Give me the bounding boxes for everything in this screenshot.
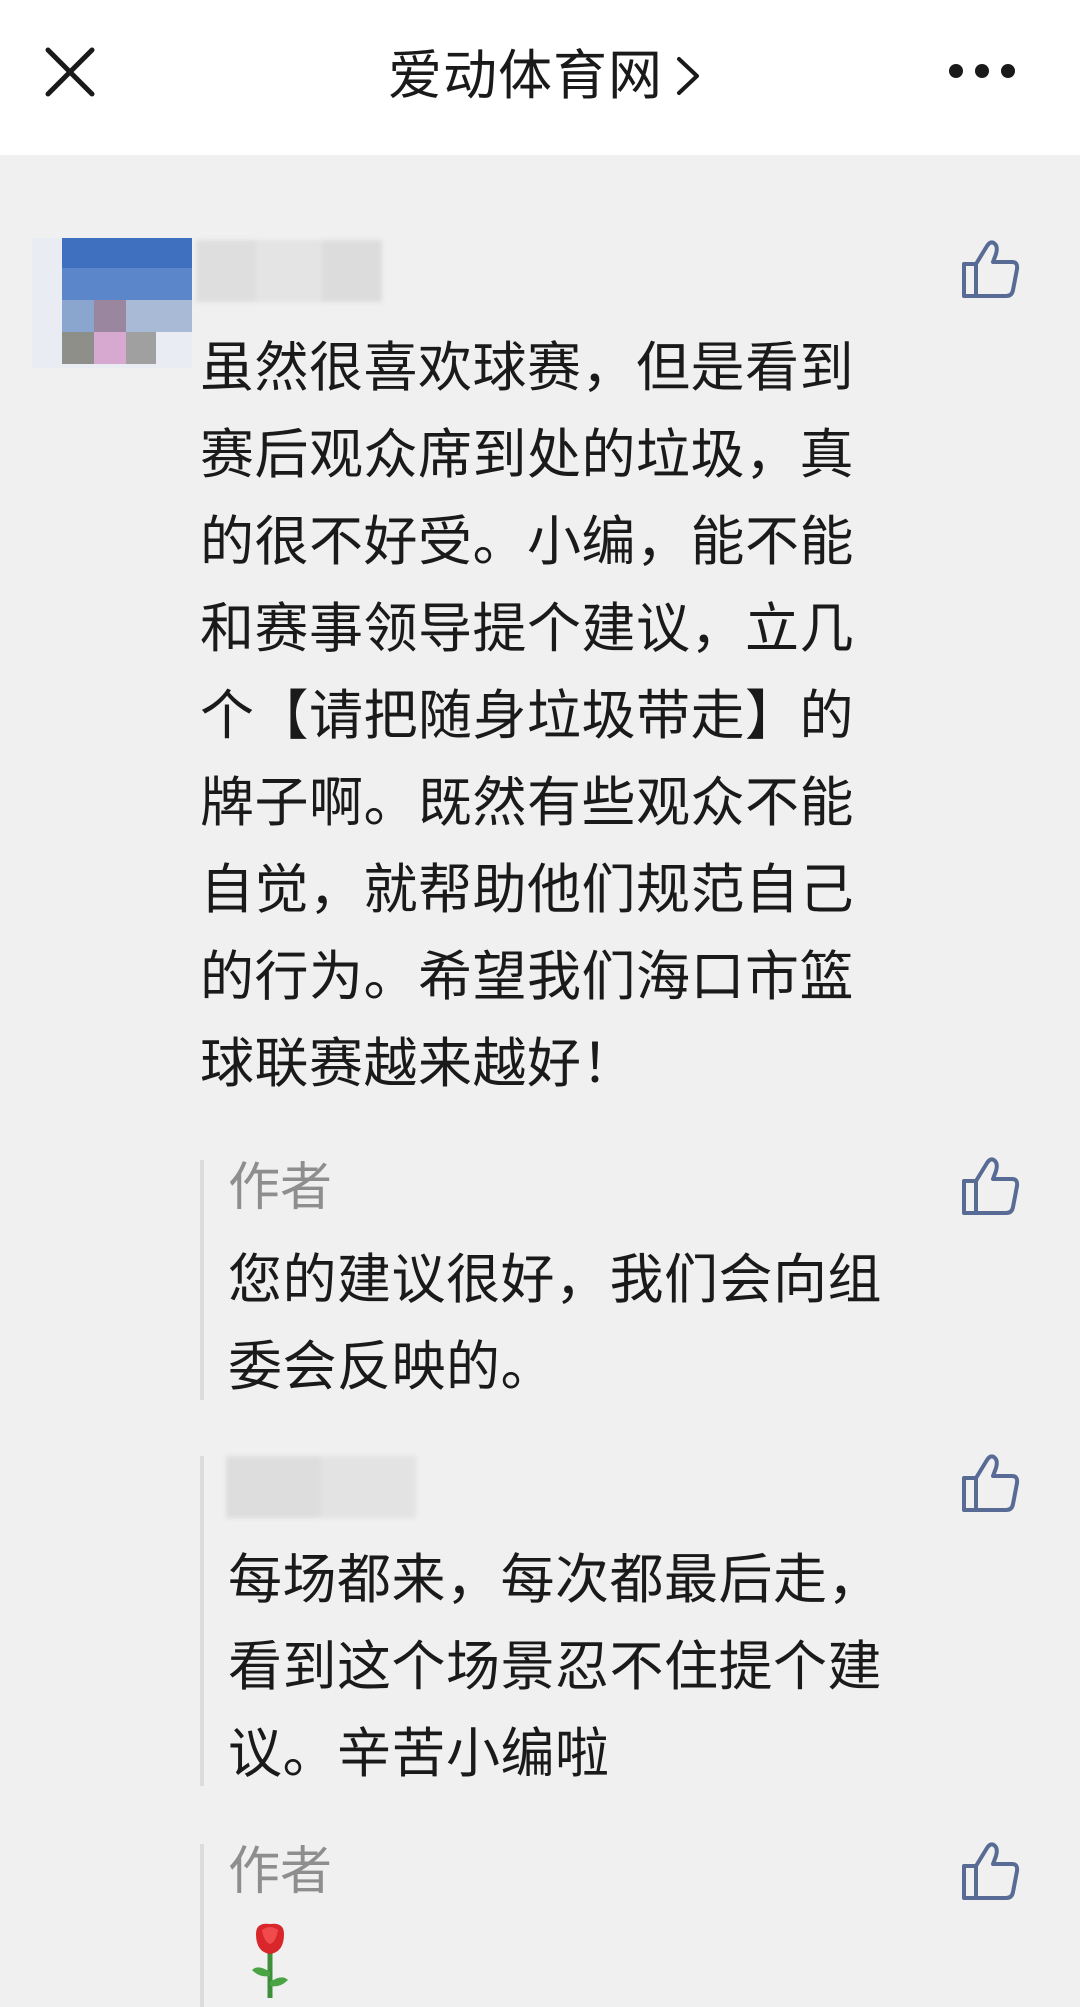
comment-line: 的很不好受。小编，能不能 xyxy=(200,510,854,573)
comment-line: 的行为。希望我们海口市篮 xyxy=(200,945,854,1008)
reply-thread-bar xyxy=(200,1160,204,1400)
reply-thread-bar xyxy=(200,1456,204,1786)
comment-line: 个【请把随身垃圾带走】的 xyxy=(200,684,854,747)
reply-text: 每场都来，每次都最后走， 看到这个场景忍不住提个建 议。辛苦小编啦 xyxy=(228,1536,882,1797)
thumbs-up-icon xyxy=(962,1842,1020,1900)
comment-line: 牌子啊。既然有些观众不能 xyxy=(200,771,854,834)
comment-like-button[interactable] xyxy=(960,238,1022,300)
page-title: 爱动体育网 xyxy=(388,44,663,107)
comment-line: 赛后观众席到处的垃圾，真 xyxy=(200,423,854,486)
reply-text: 您的建议很好，我们会向组 委会反映的。 xyxy=(228,1236,882,1410)
reply-line: 每场都来，每次都最后走， xyxy=(228,1548,882,1611)
top-bar: 爱动体育网 xyxy=(0,0,1080,155)
comment-line: 虽然很喜欢球赛，但是看到 xyxy=(200,336,854,399)
thumbs-up-icon xyxy=(962,240,1020,298)
thumbs-up-icon xyxy=(962,1454,1020,1512)
reply-like-button[interactable] xyxy=(960,1452,1022,1514)
rose-icon xyxy=(252,1923,288,1998)
comment-line: 球联赛越来越好！ xyxy=(200,1032,636,1095)
reply-like-button[interactable] xyxy=(960,1155,1022,1217)
reply-line: 您的建议很好，我们会向组 xyxy=(228,1248,882,1311)
reply-line: 议。辛苦小编啦 xyxy=(228,1722,610,1785)
reply-line: 委会反映的。 xyxy=(228,1335,555,1398)
reply-author-label: 作者 xyxy=(228,1158,333,1218)
reply-author-name-redacted xyxy=(226,1456,416,1518)
close-icon xyxy=(45,47,95,97)
reply-like-button[interactable] xyxy=(960,1840,1022,1902)
comment-line: 自觉，就帮助他们规范自己 xyxy=(200,858,854,921)
reply-line: 看到这个场景忍不住提个建 xyxy=(228,1635,882,1698)
reply-thread-bar xyxy=(200,1844,204,2007)
chevron-right-icon xyxy=(677,57,699,95)
close-button[interactable] xyxy=(40,42,100,102)
thumbs-up-icon xyxy=(962,1157,1020,1215)
avatar[interactable] xyxy=(32,238,192,368)
comment-line: 和赛事领导提个建议，立几 xyxy=(200,597,854,660)
more-horizontal-icon xyxy=(949,64,1015,78)
account-title-button[interactable]: 爱动体育网 xyxy=(388,38,701,114)
more-button[interactable] xyxy=(946,56,1018,86)
reply-author-label: 作者 xyxy=(228,1842,333,1902)
commenter-name-redacted xyxy=(196,240,382,302)
comment-text: 虽然很喜欢球赛，但是看到 赛后观众席到处的垃圾，真 的很不好受。小编，能不能 和… xyxy=(200,324,854,1107)
